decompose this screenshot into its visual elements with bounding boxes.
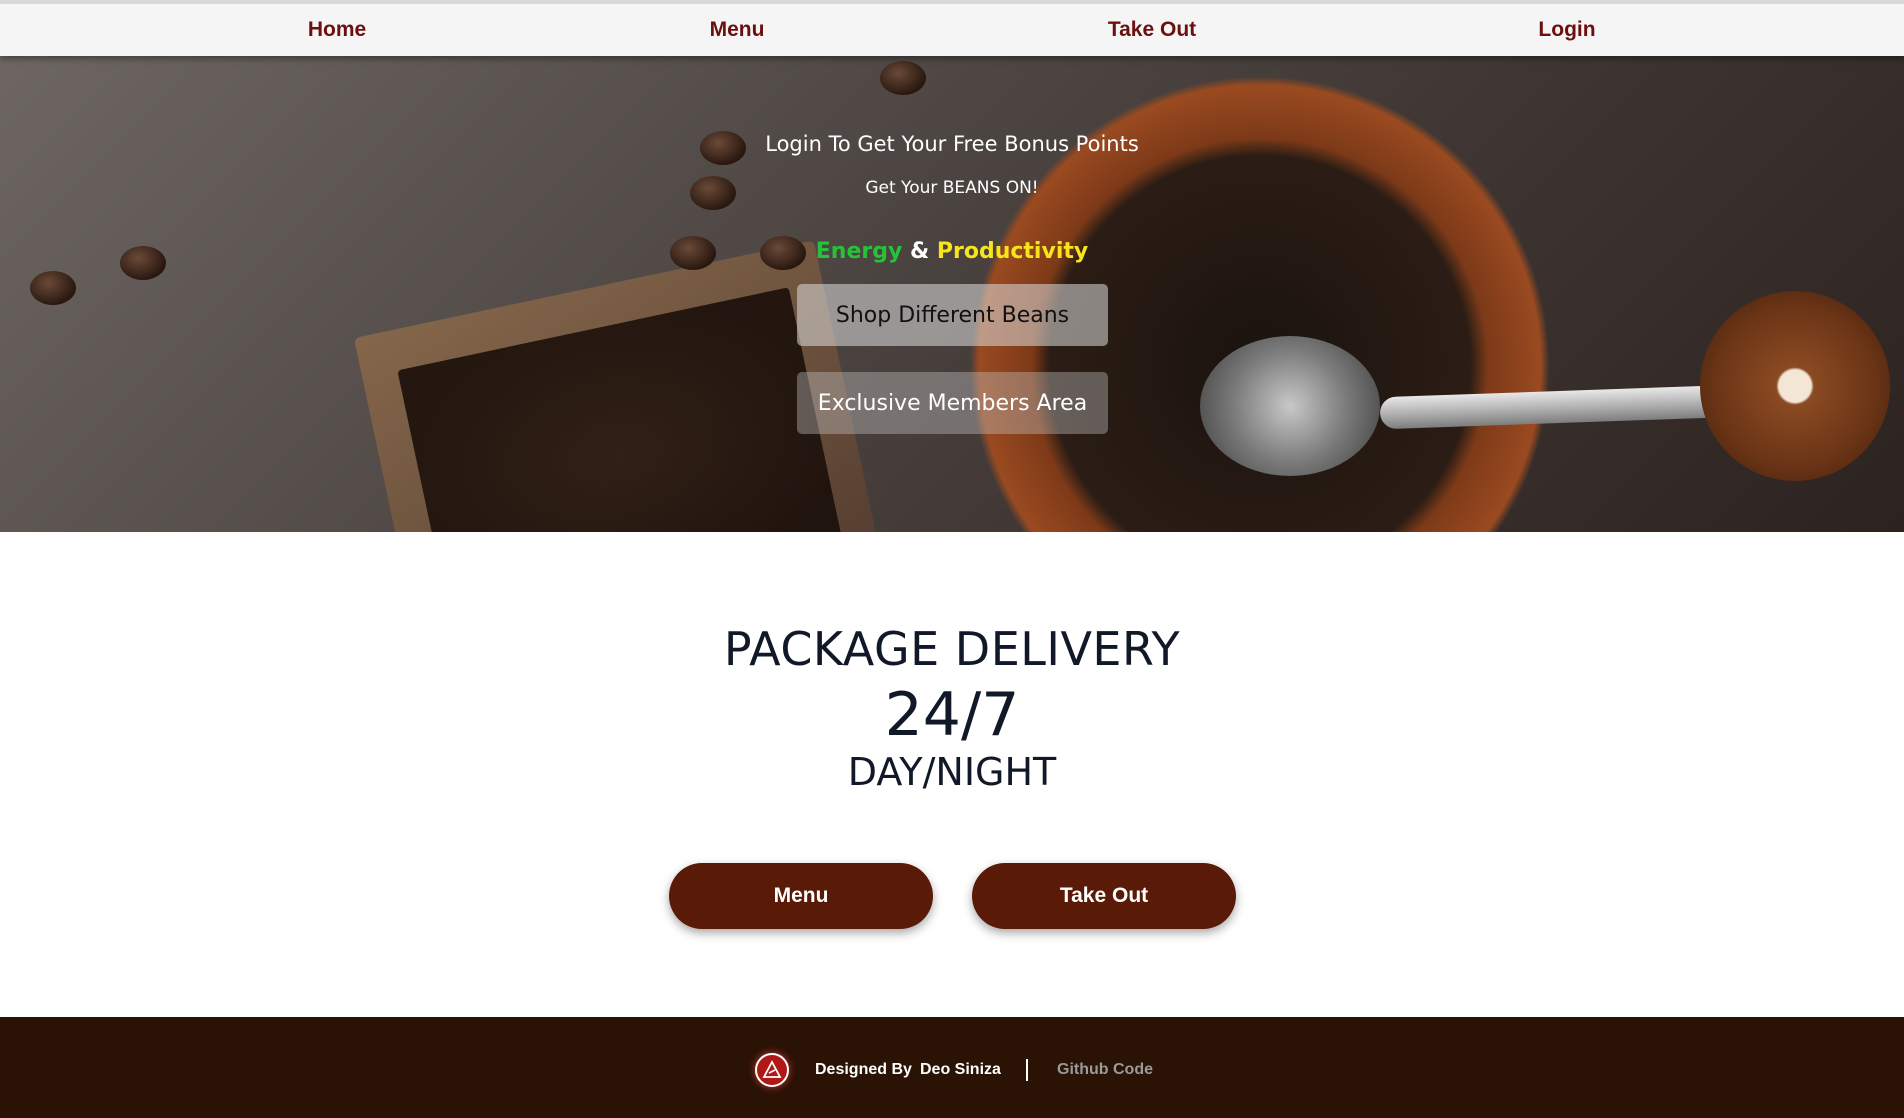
footer-designed-by: Designed By — [815, 1061, 912, 1078]
top-nav: Home Menu Take Out Login — [0, 0, 1904, 56]
tagline-productivity: Productivity — [936, 239, 1089, 264]
tagline-ampersand: & — [910, 239, 930, 264]
hero-tagline: Energy & Productivity — [0, 239, 1904, 264]
delivery-title: PACKAGE DELIVERY — [723, 622, 1181, 676]
hero-banner: Login To Get Your Free Bonus Points Get … — [0, 56, 1904, 532]
footer: Designed By Deo Siniza Github Code — [0, 1017, 1904, 1118]
nav-menu-link[interactable]: Menu — [710, 18, 765, 42]
delivery-hours: 24/7 — [884, 680, 1020, 750]
hero-beans-text: Get Your BEANS ON! — [865, 178, 1039, 198]
footer-divider — [1026, 1059, 1028, 1081]
footer-author-name: Deo Siniza — [920, 1061, 1001, 1078]
menu-button[interactable]: Menu — [669, 863, 933, 929]
shop-beans-button[interactable]: Shop Different Beans — [797, 284, 1108, 346]
hero-bonus-text: Login To Get Your Free Bonus Points — [765, 132, 1139, 156]
nav-takeout-link[interactable]: Take Out — [1108, 18, 1196, 42]
members-area-button[interactable]: Exclusive Members Area — [797, 372, 1108, 434]
takeout-button[interactable]: Take Out — [972, 863, 1236, 929]
github-code-link[interactable]: Github Code — [1057, 1061, 1153, 1079]
delivery-section: PACKAGE DELIVERY 24/7 DAY/NIGHT Menu Tak… — [0, 532, 1904, 1017]
delivery-subtitle: DAY/NIGHT — [847, 750, 1057, 794]
tagline-energy: Energy — [815, 239, 903, 264]
nav-home-link[interactable]: Home — [308, 18, 366, 42]
hero-content: Login To Get Your Free Bonus Points Get … — [0, 56, 1904, 532]
triangle-logo-icon — [755, 1053, 789, 1087]
nav-login-link[interactable]: Login — [1538, 18, 1595, 42]
